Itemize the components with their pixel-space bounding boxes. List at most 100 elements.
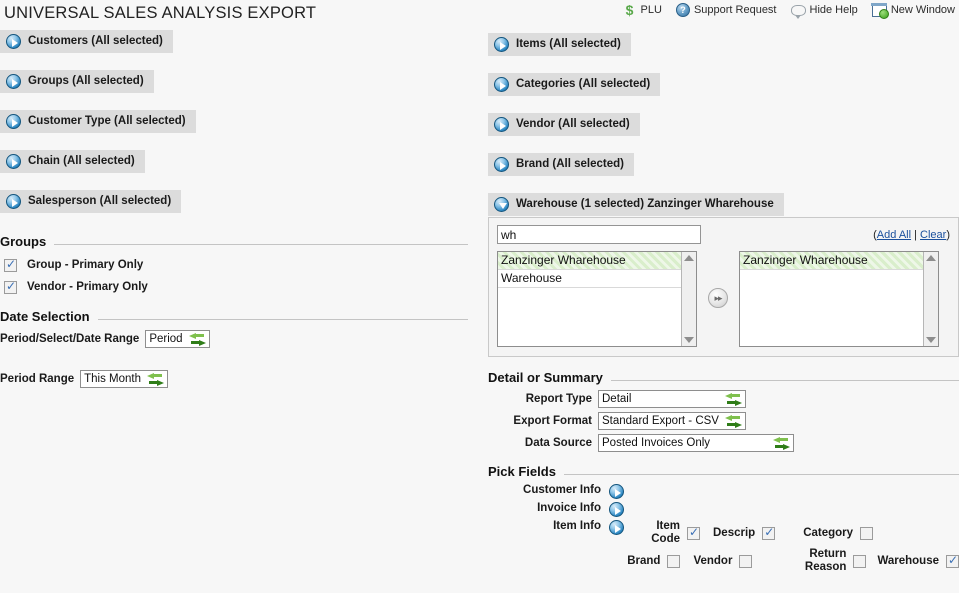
link-separator: | — [911, 228, 921, 241]
accordion-chain[interactable]: Chain (All selected) — [0, 150, 145, 173]
checkbox-row-group-primary-only[interactable]: Group - Primary Only — [0, 254, 468, 276]
selected-listbox[interactable]: Zanzinger Wharehouse — [739, 251, 939, 347]
accordion-brand[interactable]: Brand (All selected) — [488, 153, 634, 176]
divider — [54, 244, 468, 245]
transfer-right-button[interactable]: ▸▸ — [708, 288, 728, 308]
list-item[interactable]: Zanzinger Wharehouse — [498, 252, 681, 270]
field-row-period-range: Period Range This Month — [0, 370, 468, 388]
select-value: This Month — [84, 373, 142, 385]
list-item[interactable]: Warehouse — [498, 270, 681, 288]
customer-info-expand-button[interactable] — [601, 484, 624, 504]
select-export-format[interactable]: Standard Export - CSV — [598, 412, 746, 430]
select-period-range[interactable]: This Month — [80, 370, 169, 388]
list-item[interactable]: Zanzinger Wharehouse — [740, 252, 923, 270]
pick-fields-section: Pick Fields Customer Info Invoice Info I… — [488, 464, 959, 573]
pick-field-row-item-info: Item Info Item Code Descrip Category — [488, 520, 959, 545]
accordion-customer-type[interactable]: Customer Type (All selected) — [0, 110, 196, 133]
checkbox-vendor-primary-only[interactable] — [4, 279, 17, 294]
checkbox-label: Vendor — [693, 554, 733, 567]
play-circle-icon — [494, 157, 509, 172]
toolbar-item-new-window[interactable]: New Window — [871, 3, 955, 19]
checkbox-vendor[interactable] — [739, 554, 753, 568]
available-scrollbar[interactable] — [681, 252, 696, 346]
checkbox-group-primary-only[interactable] — [4, 257, 17, 272]
section-title: Pick Fields — [488, 464, 556, 479]
checkbox-group-vendor[interactable]: Vendor — [693, 554, 753, 568]
accordion-label: Groups (All selected) — [28, 75, 144, 87]
divider — [610, 380, 959, 381]
accordion-row: Salesperson (All selected) — [0, 190, 476, 230]
checkbox-warehouse[interactable] — [946, 553, 959, 568]
field-row-export-format: Export Format Standard Export - CSV — [488, 412, 959, 430]
accordion-row: Items (All selected) — [488, 33, 959, 73]
toolbar-item-plu[interactable]: $ PLU — [623, 3, 662, 17]
groups-section: Groups Group - Primary Only Vendor - Pri… — [0, 234, 476, 298]
swap-arrows-icon — [188, 332, 206, 346]
toolbar-label-new-window: New Window — [890, 4, 955, 16]
new-window-icon — [871, 3, 889, 19]
accordion-items[interactable]: Items (All selected) — [488, 33, 631, 56]
invoice-info-expand-button[interactable] — [601, 502, 624, 522]
section-title: Groups — [0, 234, 47, 249]
selected-scrollbar[interactable] — [923, 252, 938, 346]
pick-field-row-invoice-info: Invoice Info — [488, 502, 959, 520]
field-label: Data Source — [524, 437, 592, 449]
play-circle-icon — [609, 520, 624, 535]
checkbox-group-warehouse[interactable]: Warehouse — [877, 553, 959, 568]
warehouse-search-input[interactable] — [497, 225, 701, 244]
accordion-groups[interactable]: Groups (All selected) — [0, 70, 154, 93]
play-circle-icon — [609, 484, 624, 499]
select-period-select-date-range[interactable]: Period — [145, 330, 210, 348]
available-listbox[interactable]: Zanzinger Wharehouse Warehouse — [497, 251, 697, 347]
field-row-data-source: Data Source Posted Invoices Only — [488, 434, 959, 452]
checkbox-category[interactable] — [860, 526, 874, 540]
checkbox-brand[interactable] — [667, 554, 681, 568]
swap-arrows-icon — [725, 392, 742, 406]
right-column: Items (All selected) Categories (All sel… — [488, 33, 959, 573]
accordion-label: Customer Type (All selected) — [28, 115, 186, 127]
accordion-categories[interactable]: Categories (All selected) — [488, 73, 661, 96]
picker-lists: Zanzinger Wharehouse Warehouse ▸▸ Zanzin… — [497, 251, 950, 347]
checkbox-group-item-code[interactable]: Item Code — [640, 520, 700, 546]
toolbar-item-support-request[interactable]: ? Support Request — [675, 3, 777, 17]
close-paren: ) — [946, 228, 950, 241]
scroll-down-icon[interactable] — [926, 337, 936, 343]
checkbox-group-return-reason[interactable]: Return Reason — [801, 548, 867, 574]
accordion-salesperson[interactable]: Salesperson (All selected) — [0, 190, 182, 213]
select-data-source[interactable]: Posted Invoices Only — [598, 434, 794, 452]
scroll-down-icon[interactable] — [684, 337, 694, 343]
scroll-up-icon[interactable] — [926, 255, 936, 261]
toolbar-label-support-request: Support Request — [693, 4, 777, 16]
checkbox-group-brand[interactable]: Brand — [620, 554, 681, 568]
play-circle-icon — [6, 154, 21, 169]
accordion-label: Items (All selected) — [516, 38, 621, 50]
checkbox-item-code[interactable] — [687, 525, 700, 540]
toolbar-item-hide-help[interactable]: Hide Help — [790, 4, 858, 19]
accordion-row: Warehouse (1 selected) Zanzinger Whareho… — [488, 193, 959, 216]
field-row-period-select-date-range: Period/Select/Date Range Period — [0, 330, 468, 348]
accordion-vendor[interactable]: Vendor (All selected) — [488, 113, 640, 136]
play-circle-icon — [6, 194, 21, 209]
accordion-label: Chain (All selected) — [28, 155, 135, 167]
checkbox-group-category[interactable]: Category — [803, 526, 874, 540]
checkbox-row-vendor-primary-only[interactable]: Vendor - Primary Only — [0, 276, 468, 298]
scroll-up-icon[interactable] — [684, 255, 694, 261]
accordion-warehouse[interactable]: Warehouse (1 selected) Zanzinger Whareho… — [488, 193, 784, 216]
left-column: Customers (All selected) Groups (All sel… — [0, 30, 476, 392]
play-circle-icon — [6, 74, 21, 89]
swap-arrows-icon — [773, 436, 790, 450]
checkbox-return-reason[interactable] — [853, 554, 867, 568]
section-title: Detail or Summary — [488, 370, 603, 385]
add-all-link[interactable]: Add All — [877, 229, 911, 241]
checkbox-group-descrip[interactable]: Descrip — [713, 525, 776, 540]
clear-link[interactable]: Clear — [920, 229, 946, 241]
accordion-label: Salesperson (All selected) — [28, 195, 172, 207]
accordion-label: Warehouse (1 selected) Zanzinger Whareho… — [516, 198, 774, 210]
checkbox-descrip[interactable] — [762, 525, 776, 540]
item-info-expand-button[interactable] — [601, 520, 624, 540]
divider — [563, 474, 959, 475]
accordion-customers[interactable]: Customers (All selected) — [0, 30, 173, 53]
select-report-type[interactable]: Detail — [598, 390, 746, 408]
pick-field-label: Customer Info — [523, 484, 601, 496]
detail-or-summary-section: Detail or Summary Report Type Detail Exp… — [488, 370, 959, 452]
